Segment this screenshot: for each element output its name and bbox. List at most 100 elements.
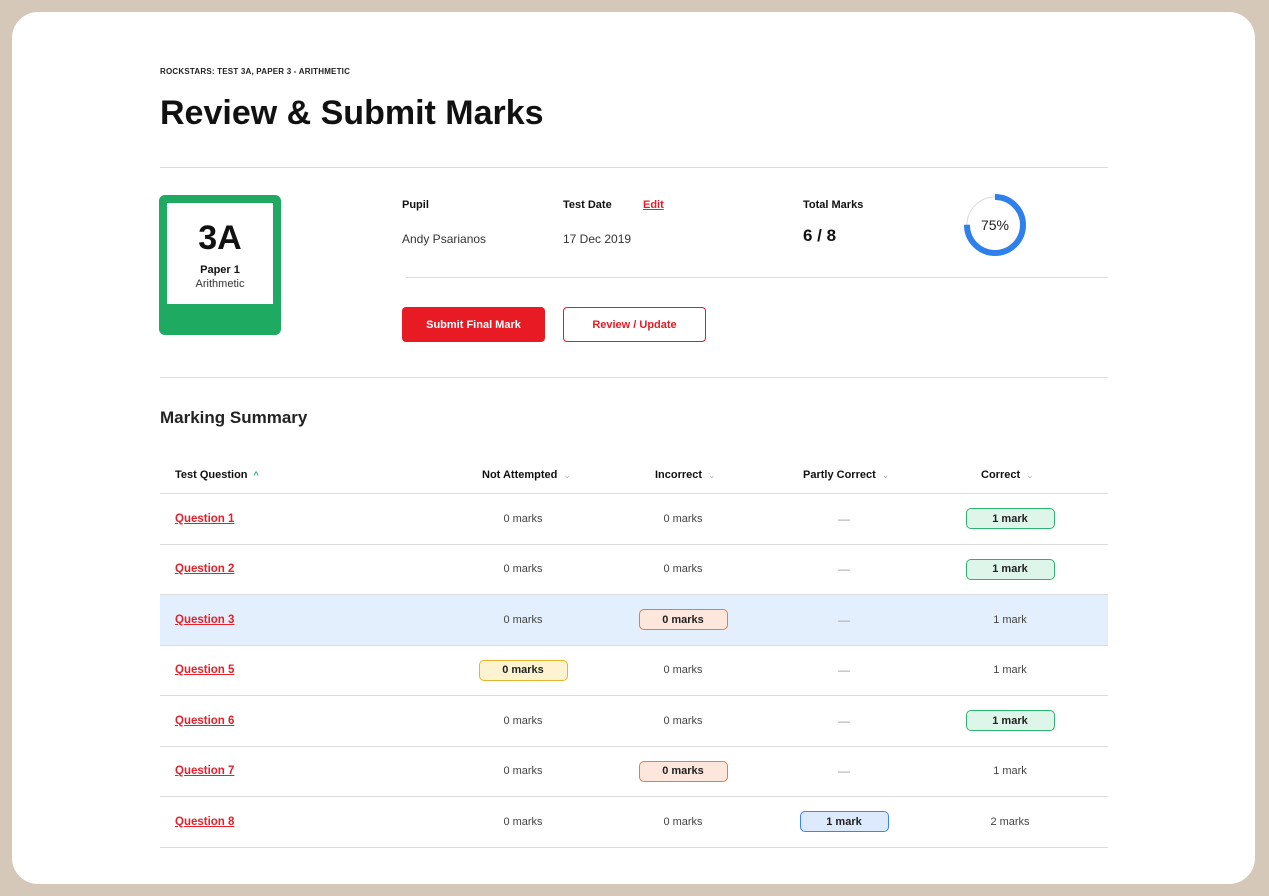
cell-partly-correct: — [759, 545, 929, 595]
mark-badge[interactable]: 1 mark [965, 710, 1055, 732]
mark-value: 0 marks [663, 512, 703, 525]
test-date-label: Test Date [563, 199, 612, 211]
col-header-incorrect[interactable]: Incorrect ⌄ [655, 456, 716, 494]
cell-partly-correct: — [759, 646, 929, 696]
col-header-test-question[interactable]: Test Question ^ [175, 456, 259, 494]
mark-value: 1 mark [993, 664, 1027, 677]
divider-middle [160, 377, 1108, 378]
table-header: Test Question ^ Not Attempted ⌄ Incorrect ⌄… [160, 456, 1108, 494]
cell-partly-correct: — [759, 747, 929, 797]
cell-incorrect: 0 marks [598, 747, 768, 797]
question-link[interactable]: Question 1 [175, 494, 234, 544]
question-link[interactable]: Question 5 [175, 646, 234, 696]
mark-value: 2 marks [990, 815, 1030, 828]
review-update-button[interactable]: Review / Update [563, 307, 706, 342]
table-row[interactable]: Question 1 0 marks 0 marks — 1 mark [160, 494, 1108, 545]
marking-summary-title: Marking Summary [160, 408, 308, 427]
cell-incorrect: 0 marks [598, 696, 768, 746]
mark-value: 0 marks [663, 714, 703, 727]
question-link[interactable]: Question 6 [175, 696, 234, 746]
cell-not-attempted: 0 marks [438, 797, 608, 847]
cell-incorrect: 0 marks [598, 797, 768, 847]
chevron-down-icon: ⌄ [708, 470, 716, 480]
breadcrumb: ROCKSTARS: TEST 3A, PAPER 3 - ARITHMETIC [160, 67, 351, 76]
total-marks-value: 6 / 8 [803, 226, 837, 245]
sort-asc-icon: ^ [253, 470, 259, 480]
mark-value: — [838, 764, 850, 779]
test-date-value: 17 Dec 2019 [563, 232, 632, 246]
progress-percent: 75% [980, 217, 1010, 233]
test-card-body: 3A Paper 1 Arithmetic [167, 203, 273, 304]
total-marks-label: Total Marks [803, 199, 864, 211]
cell-incorrect: 0 marks [598, 646, 768, 696]
divider-top [160, 167, 1108, 168]
pupil-name: Andy Psarianos [402, 232, 487, 246]
cell-not-attempted: 0 marks [438, 494, 608, 544]
mark-value: — [838, 663, 850, 678]
cell-correct: 1 mark [925, 494, 1095, 544]
mark-value: 1 mark [993, 765, 1027, 778]
mark-badge[interactable]: 0 marks [478, 659, 568, 681]
cell-partly-correct: — [759, 696, 929, 746]
page-frame: ROCKSTARS: TEST 3A, PAPER 3 - ARITHMETIC… [12, 12, 1255, 884]
mark-value: 0 marks [503, 815, 543, 828]
mark-value: 0 marks [503, 512, 543, 525]
mark-value: 0 marks [503, 563, 543, 576]
table-row[interactable]: Question 3 0 marks 0 marks — 1 mark [160, 595, 1108, 646]
table-row[interactable]: Question 2 0 marks 0 marks — 1 mark [160, 545, 1108, 595]
table-row[interactable]: Question 5 0 marks 0 marks — 1 mark [160, 646, 1108, 696]
mark-value: — [838, 713, 850, 728]
mark-badge[interactable]: 1 mark [965, 558, 1055, 580]
cell-partly-correct: 1 mark [759, 797, 929, 847]
table-row[interactable]: Question 7 0 marks 0 marks — 1 mark [160, 747, 1108, 797]
cell-not-attempted: 0 marks [438, 747, 608, 797]
mark-badge[interactable]: 0 marks [638, 609, 728, 631]
cell-correct: 1 mark [925, 696, 1095, 746]
col-header-partly-correct[interactable]: Partly Correct ⌄ [803, 456, 889, 494]
divider-summary [406, 277, 1108, 278]
mark-value: 0 marks [663, 815, 703, 828]
cell-not-attempted: 0 marks [438, 545, 608, 595]
submit-final-mark-button[interactable]: Submit Final Mark [402, 307, 545, 342]
mark-value: 0 marks [663, 563, 703, 576]
mark-value: — [838, 511, 850, 526]
mark-badge[interactable]: 1 mark [965, 508, 1055, 530]
cell-correct: 1 mark [925, 747, 1095, 797]
cell-incorrect: 0 marks [598, 494, 768, 544]
question-link[interactable]: Question 8 [175, 797, 234, 847]
page-title: Review & Submit Marks [160, 94, 544, 132]
cell-correct: 1 mark [925, 595, 1095, 645]
mark-value: 0 marks [503, 613, 543, 626]
question-link[interactable]: Question 7 [175, 747, 234, 797]
cell-correct: 1 mark [925, 646, 1095, 696]
table-row[interactable]: Question 8 0 marks 0 marks 1 mark 2 marks [160, 797, 1108, 848]
cell-partly-correct: — [759, 494, 929, 544]
question-link[interactable]: Question 3 [175, 595, 234, 645]
question-link[interactable]: Question 2 [175, 545, 234, 595]
cell-partly-correct: — [759, 595, 929, 645]
marking-table: Test Question ^ Not Attempted ⌄ Incorrect ⌄… [160, 456, 1108, 848]
mark-value: — [838, 612, 850, 627]
table-row[interactable]: Question 6 0 marks 0 marks — 1 mark [160, 696, 1108, 747]
mark-value: 1 mark [993, 613, 1027, 626]
cell-incorrect: 0 marks [598, 545, 768, 595]
cell-incorrect: 0 marks [598, 595, 768, 645]
test-card-code: 3A [198, 219, 242, 257]
test-card: 3A Paper 1 Arithmetic [159, 195, 281, 335]
cell-correct: 1 mark [925, 545, 1095, 595]
table-body: Question 10 marks 0 marks —1 mark Question … [160, 494, 1108, 848]
test-card-subject: Arithmetic [195, 278, 245, 290]
chevron-down-icon: ⌄ [563, 470, 571, 480]
edit-date-link[interactable]: Edit [643, 199, 664, 211]
col-header-not-attempted[interactable]: Not Attempted ⌄ [482, 456, 571, 494]
mark-badge[interactable]: 1 mark [799, 811, 889, 833]
col-header-correct[interactable]: Correct ⌄ [981, 456, 1034, 494]
mark-badge[interactable]: 0 marks [638, 760, 728, 782]
mark-value: 0 marks [663, 664, 703, 677]
test-card-paper: Paper 1 [200, 264, 240, 276]
cell-correct: 2 marks [925, 797, 1095, 847]
pupil-label: Pupil [402, 199, 429, 211]
cell-not-attempted: 0 marks [438, 595, 608, 645]
chevron-down-icon: ⌄ [1026, 470, 1034, 480]
cell-not-attempted: 0 marks [438, 646, 608, 696]
